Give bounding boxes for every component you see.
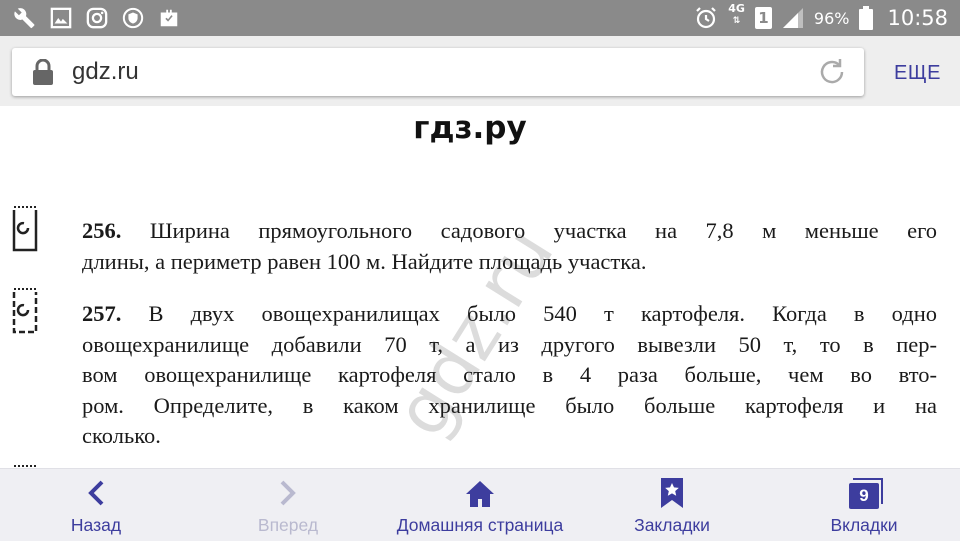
lock-icon [32, 58, 54, 90]
alarm-icon [694, 6, 718, 30]
bookmark-icon [659, 469, 685, 509]
home-label: Домашняя страница [396, 515, 564, 535]
address-bar[interactable]: gdz.ru [12, 48, 864, 96]
clock: 10:58 [887, 6, 948, 30]
problem-line: сколько. [82, 423, 161, 448]
notebook-icon [12, 460, 38, 468]
problem-line: ром. Определите, в каком хранилище было … [82, 392, 937, 418]
battery-icon [859, 6, 874, 30]
problem-number: 257. [82, 301, 122, 326]
battery-percent: 96% [813, 8, 850, 28]
back-button[interactable]: Назад [56, 469, 136, 541]
sim-indicator: 1 [754, 7, 772, 29]
briefcase-icon [158, 7, 180, 29]
url-text[interactable]: gdz.ru [72, 58, 139, 86]
wrench-icon [14, 7, 36, 29]
reload-icon[interactable] [816, 56, 848, 93]
web-page-content: гдз.ру 256. Ширина прямоугольного садово… [0, 106, 960, 468]
notification-icons [0, 7, 180, 29]
bookmarks-button[interactable]: Закладки [626, 469, 718, 541]
forward-label: Вперед [257, 515, 319, 535]
forward-button[interactable]: Вперед [246, 469, 330, 541]
system-status: 4G ⇅ 1 96% 10:58 [694, 2, 960, 30]
tabs-label: Вкладки [830, 515, 898, 535]
more-menu-button[interactable]: ЕЩЕ [894, 62, 941, 85]
bottom-navigation: Назад Вперед Домашняя страница Закладки … [0, 468, 960, 541]
notebook-icon [12, 286, 38, 334]
signal-icon [782, 7, 804, 29]
back-label: Назад [70, 515, 122, 535]
instagram-icon [86, 7, 108, 29]
problem-number: 256. [82, 218, 122, 243]
problem-line: вом овощехранилище картофеля стало в 4 р… [82, 362, 937, 387]
browser-toolbar: gdz.ru ЕЩЕ [0, 36, 960, 106]
shield-icon [122, 7, 144, 29]
chevron-left-icon [86, 469, 106, 509]
home-button[interactable]: Домашняя страница [390, 469, 570, 541]
notebook-icon [12, 204, 38, 252]
tabs-button[interactable]: 9 Вкладки [822, 469, 906, 541]
page-title: гдз.ру [413, 110, 527, 146]
tab-count-badge: 9 [849, 478, 883, 509]
image-icon [50, 7, 72, 29]
home-icon [464, 469, 496, 509]
tabs-icon: 9 [849, 469, 883, 509]
status-bar: 4G ⇅ 1 96% 10:58 [0, 0, 960, 36]
network-type: 4G ⇅ [728, 2, 745, 26]
bookmarks-label: Закладки [634, 515, 710, 535]
chevron-right-icon [278, 469, 298, 509]
